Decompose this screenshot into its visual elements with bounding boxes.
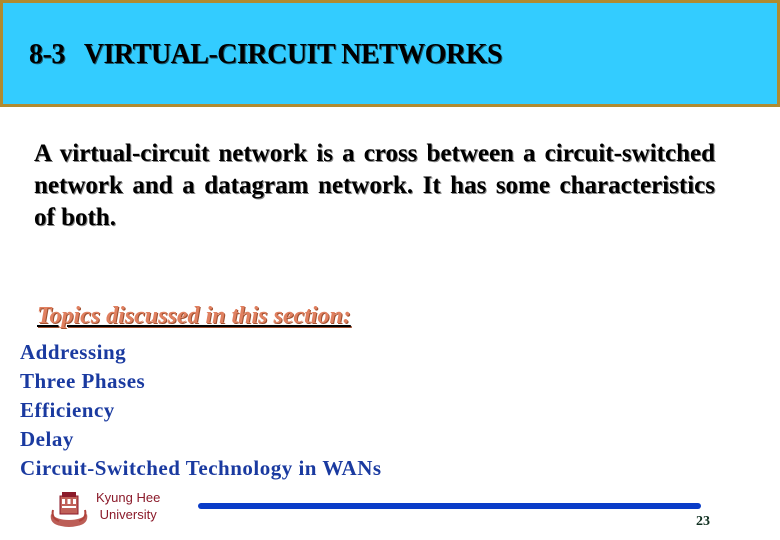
university-name-line1: Kyung Hee [96,490,161,505]
intro-paragraph: A virtual-circuit network is a cross bet… [34,140,715,231]
footer-divider [198,503,701,509]
topic-item: Addressing [20,340,127,364]
page-number: 23 [696,514,710,529]
topic-item: Delay [20,427,74,451]
university-seal-icon [50,492,88,527]
topic-item: Three Phases [20,369,146,393]
university-name-line2: University [99,507,157,522]
topics-heading: Topics discussed in this section: [37,303,351,329]
university-name: Kyung Hee University [96,489,160,523]
title-banner: 8-3 VIRTUAL-CIRCUIT NETWORKS [0,0,780,107]
topic-item: Efficiency [20,398,115,422]
topic-item: Circuit-Switched Technology in WANs [20,456,382,480]
slide-title: 8-3 VIRTUAL-CIRCUIT NETWORKS [29,39,503,70]
topics-list: Addressing Three Phases Efficiency Delay… [20,338,382,483]
